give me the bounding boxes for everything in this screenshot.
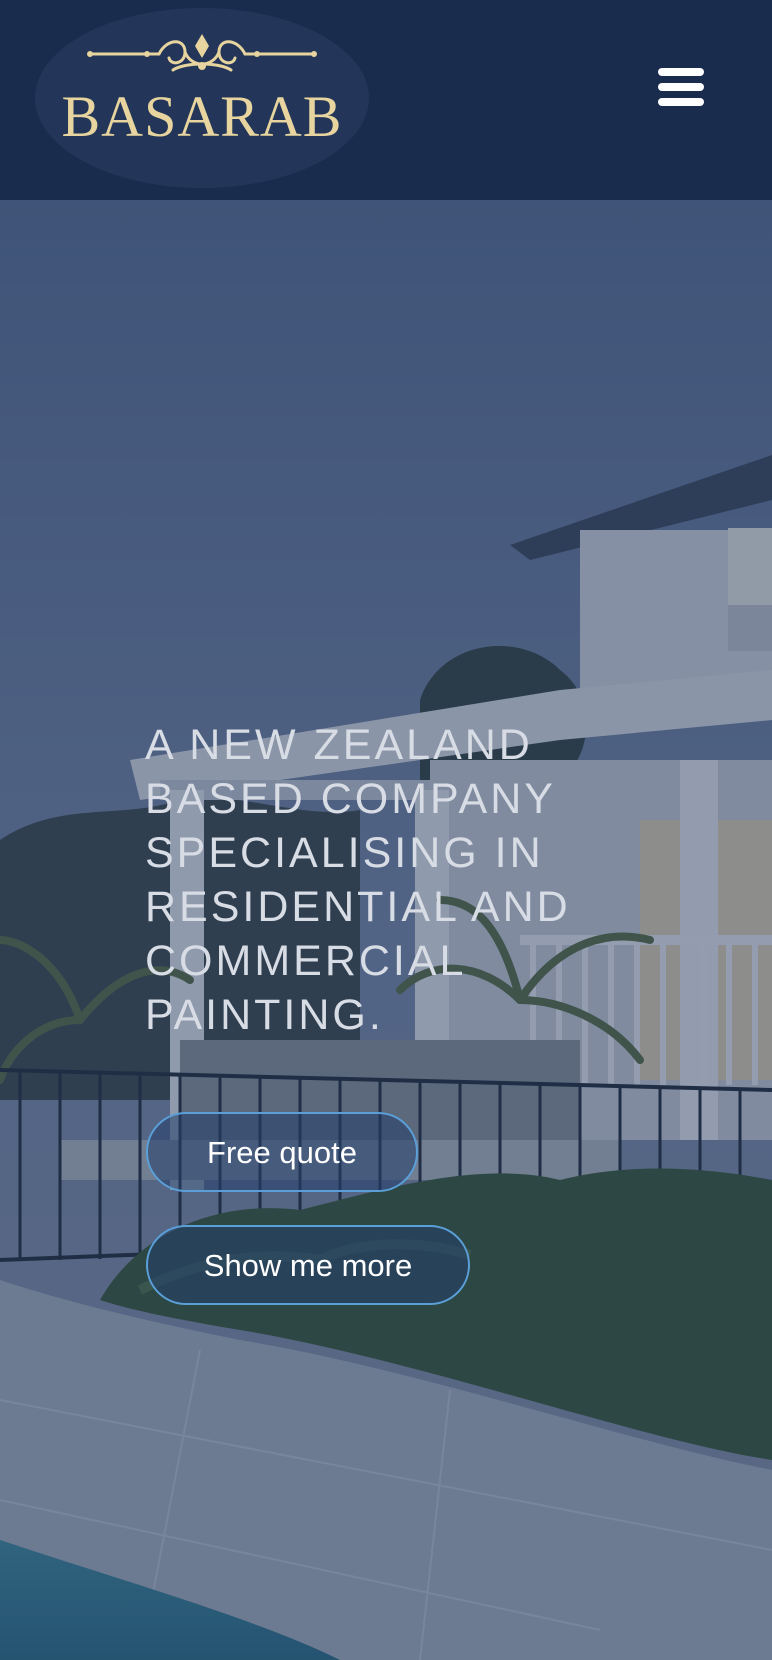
logo-wordmark: BASARAB	[61, 84, 343, 149]
site-header: BASARAB	[0, 0, 772, 200]
hero-headline: A NEW ZEALAND BASED COMPANY SPECIALISING…	[145, 721, 571, 1039]
basarab-logo[interactable]: BASARAB	[35, 8, 369, 188]
show-me-more-button[interactable]: Show me more	[146, 1225, 470, 1305]
free-quote-button[interactable]: Free quote	[146, 1112, 418, 1192]
menu-bar-bottom	[658, 98, 704, 106]
hero-section: A NEW ZEALAND BASED COMPANY SPECIALISING…	[0, 200, 772, 1660]
menu-bar-middle	[658, 83, 704, 91]
hamburger-menu-icon[interactable]	[652, 62, 708, 112]
menu-bar-top	[658, 68, 704, 76]
